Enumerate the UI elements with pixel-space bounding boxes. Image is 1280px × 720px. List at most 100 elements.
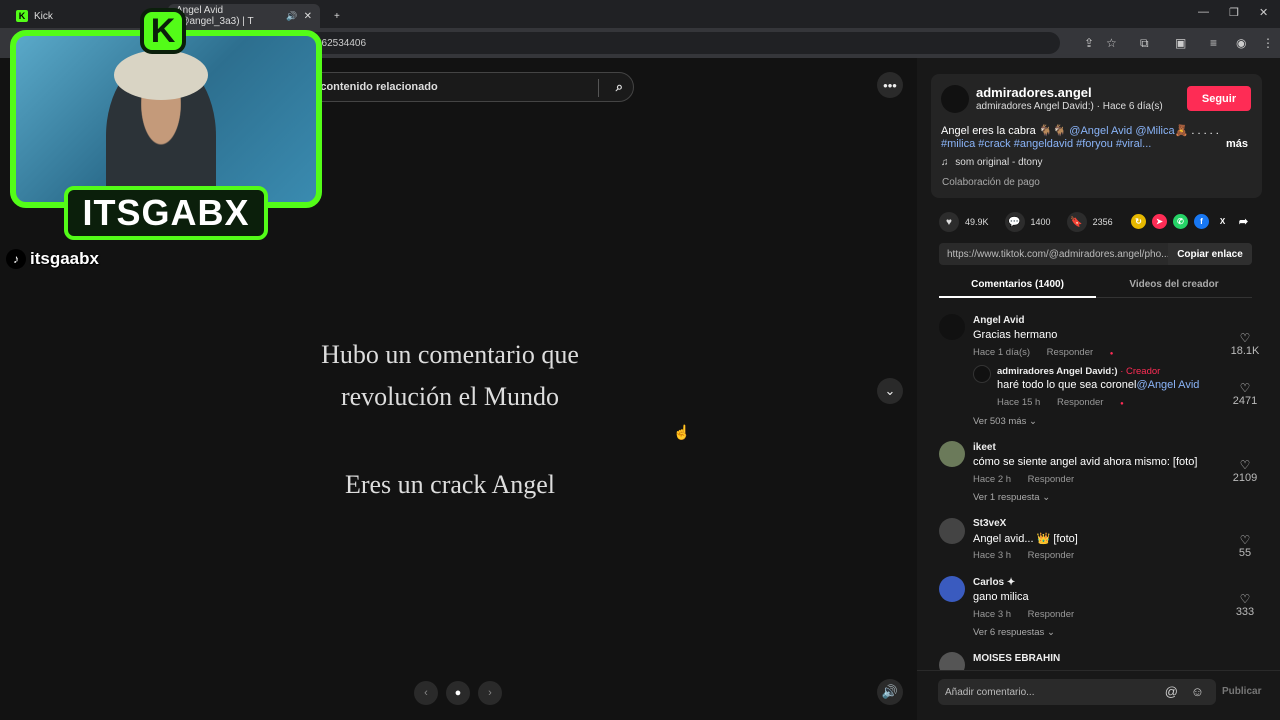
comment-like-count: 2109 [1232, 472, 1258, 484]
minimize-icon[interactable]: — [1198, 6, 1209, 18]
share-arrow-icon[interactable]: ➦ [1236, 214, 1251, 229]
reply-like[interactable]: ♡ 2471 [1225, 381, 1265, 407]
search-icon[interactable]: ⌕ [616, 79, 623, 95]
reply-button[interactable]: Responder [1028, 609, 1074, 620]
comment-like[interactable]: ♡ 2109 [1225, 458, 1265, 484]
slide-indicator-dot-icon[interactable]: ● [446, 681, 470, 705]
bookmark-star-icon[interactable]: ☆ [1106, 36, 1117, 50]
tab-comments[interactable]: Comentarios (1400) [939, 279, 1096, 290]
like-count: 49.9K [965, 217, 989, 227]
view-more-replies-2[interactable]: Ver 1 respuesta ⌄ [973, 492, 1050, 503]
tab-creator-videos[interactable]: Videos del creador [1096, 279, 1252, 290]
mention-at-icon[interactable]: @ [1165, 684, 1178, 699]
caption-more-link[interactable]: más [1226, 138, 1248, 150]
follow-button[interactable]: Seguir [1187, 86, 1251, 111]
reply-button[interactable]: Responder [1028, 550, 1074, 561]
tiktok-logo-icon: ♪ [6, 249, 26, 269]
author-username[interactable]: admiradores.angel [976, 85, 1092, 100]
new-tab-button[interactable]: + [326, 4, 348, 28]
tab-audio-icon[interactable]: 🔊 [286, 11, 297, 22]
comment-heart-icon[interactable]: ♡ [1225, 458, 1265, 472]
restore-icon[interactable]: ❐ [1229, 6, 1239, 19]
tab-active-underline [939, 296, 1096, 298]
comment-author[interactable]: Angel Avid [973, 315, 1024, 326]
close-window-icon[interactable]: ✕ [1259, 6, 1268, 19]
reply-avatar[interactable] [973, 365, 991, 383]
tab-tiktok[interactable]: Angel Avid (@angel_3a3) | T 🔊 ✕ [168, 4, 320, 28]
reply-meta: Hace 15 h Responder ● [997, 397, 1124, 408]
author-avatar[interactable] [941, 85, 969, 113]
caption-mention-angel[interactable]: @Angel Avid [1069, 125, 1132, 137]
share-link-field[interactable]: https://www.tiktok.com/@admiradores.ange… [939, 243, 1252, 265]
comment-icon[interactable]: 💬 [1004, 212, 1025, 232]
like-heart-icon[interactable]: ♥ [939, 212, 959, 232]
reply-button[interactable]: Responder [1047, 347, 1093, 358]
next-slide-icon[interactable]: › [478, 681, 502, 705]
volume-icon[interactable]: 🔊 [877, 679, 903, 705]
view-more-replies-1[interactable]: Ver 503 más ⌄ [973, 416, 1037, 427]
reply-reply-button[interactable]: Responder [1057, 397, 1103, 408]
caption-mention-milica[interactable]: @Milica [1135, 125, 1174, 137]
comment-avatar[interactable] [939, 518, 965, 544]
comment-author[interactable]: Carlos ✦ [973, 577, 1015, 588]
caption-hashtags[interactable]: #milica #crack #angeldavid #foryou #vira… [941, 138, 1151, 150]
install-icon[interactable]: ⇪ [1084, 36, 1094, 50]
publish-button[interactable]: Publicar [1222, 686, 1261, 697]
media-icon[interactable]: ≡ [1210, 36, 1217, 50]
comment-text: Gracias hermano [973, 329, 1058, 341]
x-twitter-icon[interactable]: X [1215, 214, 1230, 229]
comment-like-count: 18.1K [1230, 345, 1260, 357]
copy-link-button[interactable]: Copiar enlace [1168, 243, 1252, 265]
prev-slide-icon[interactable]: ‹ [414, 681, 438, 705]
panel-tabs: Comentarios (1400) Videos del creador [939, 276, 1252, 298]
reply-author[interactable]: admiradores Angel David:) · Creador [997, 366, 1160, 377]
comment-meta: Hace 3 h Responder [973, 550, 1074, 561]
repost-icon[interactable]: ↻ [1131, 214, 1146, 229]
chevron-down-icon: ⌄ [1042, 492, 1051, 503]
tab-close-icon[interactable]: ✕ [304, 11, 312, 22]
related-search-input[interactable]: r contenido relacionado ⌕ [300, 72, 634, 102]
comment-author[interactable]: St3veX [973, 518, 1006, 529]
comment-meta: Hace 3 h Responder [973, 609, 1074, 620]
comment-like[interactable]: ♡ 333 [1225, 592, 1265, 618]
music-row[interactable]: ♫ som original - dtony [941, 157, 1043, 168]
facebook-icon[interactable]: f [1194, 214, 1209, 229]
tab-tiktok-title: Angel Avid (@angel_3a3) | T [176, 5, 254, 27]
comment-avatar[interactable] [939, 314, 965, 340]
browser-tab-bar: K Kick Angel Avid (@angel_3a3) | T 🔊 ✕ +… [0, 0, 1280, 28]
comment-like[interactable]: ♡ 55 [1225, 533, 1265, 559]
send-icon[interactable]: ➤ [1152, 214, 1167, 229]
reply-mention[interactable]: @Angel Avid [1136, 379, 1199, 391]
comment-like[interactable]: ♡ 18.1K [1225, 331, 1265, 357]
comment-author[interactable]: MOISES EBRAHIN [973, 653, 1060, 664]
profile-icon[interactable]: ◉ [1236, 36, 1246, 50]
emoji-icon[interactable]: ☺ [1191, 684, 1204, 699]
comment-author[interactable]: ikeet [973, 442, 996, 453]
sidepanel-icon[interactable]: ▣ [1175, 36, 1186, 50]
view-more-replies-3[interactable]: Ver 6 respuestas ⌄ [973, 627, 1055, 638]
share-link-url: https://www.tiktok.com/@admiradores.ange… [947, 248, 1170, 260]
comment-text: gano milica [973, 591, 1029, 603]
search-placeholder: r contenido relacionado [313, 81, 438, 93]
comment-text: Angel avid... 👑 [foto] [973, 533, 1078, 545]
comment-avatar[interactable] [939, 576, 965, 602]
comment-time: Hace 3 h [973, 550, 1012, 561]
comment-avatar[interactable] [939, 441, 965, 467]
add-comment-input[interactable]: Añadir comentario... @ ☺ [938, 679, 1216, 705]
reply-button[interactable]: Responder [1028, 474, 1074, 485]
bookmark-icon[interactable]: 🔖 [1066, 212, 1087, 232]
reply-heart-icon[interactable]: ♡ [1225, 381, 1265, 395]
next-post-chevron-down-icon[interactable]: ⌄ [877, 378, 903, 404]
url-field[interactable]: 362534406 [300, 32, 1060, 54]
comment-heart-icon[interactable]: ♡ [1225, 533, 1265, 547]
extensions-icon[interactable]: ⧉ [1140, 36, 1149, 51]
menu-kebab-icon[interactable]: ⋮ [1262, 36, 1274, 50]
more-options-icon[interactable]: ••• [877, 72, 903, 98]
reply-time: Hace 15 h [997, 397, 1041, 408]
whatsapp-icon[interactable]: ✆ [1173, 214, 1188, 229]
kick-favicon-icon: K [16, 10, 28, 22]
comment-heart-icon[interactable]: ♡ [1225, 592, 1265, 606]
comment-heart-icon[interactable]: ♡ [1225, 331, 1265, 345]
creator-tag: · Creador [1120, 366, 1161, 377]
caption-line1: Angel eres la cabra 🐐🐐 @Angel Avid @Mili… [941, 124, 1219, 137]
